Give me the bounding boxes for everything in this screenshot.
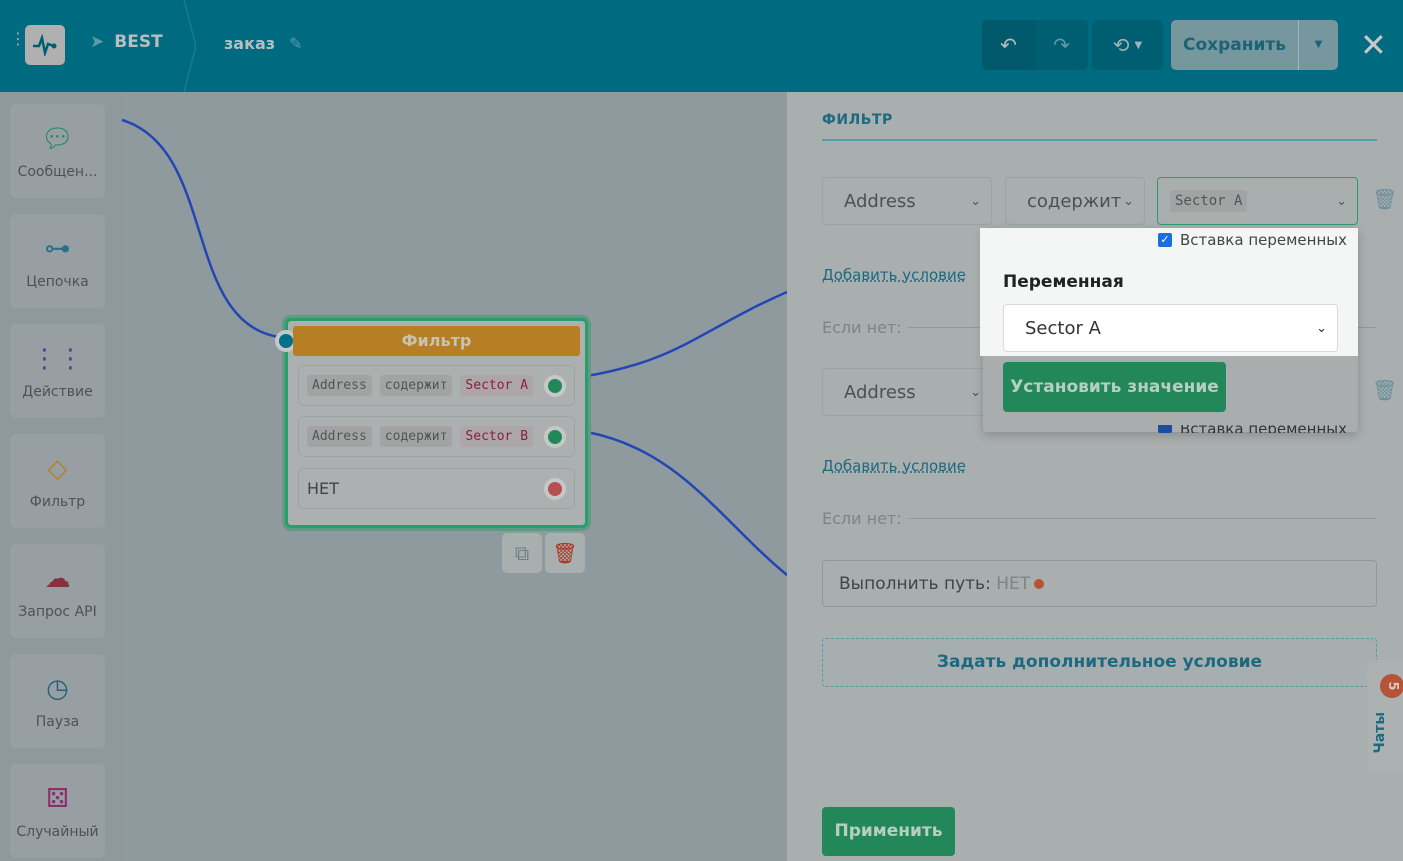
connection-line <box>586 290 788 378</box>
value-input[interactable]: Sector A ⌄ <box>1157 177 1358 225</box>
chevron-down-icon: ⌄ <box>1336 193 1347 209</box>
add-condition-link[interactable]: Добавить условие <box>822 457 966 475</box>
chats-count-badge: 5 <box>1380 674 1403 698</box>
checkbox-checked-icon[interactable]: ✓ <box>1158 233 1172 247</box>
apply-button[interactable]: Применить <box>822 807 955 856</box>
output-port[interactable] <box>544 375 566 397</box>
node-condition-row: Address содержит Sector A <box>298 365 575 406</box>
filter-node[interactable]: Фильтр Address содержит Sector A Address со… <box>275 318 588 528</box>
copy-node-icon[interactable]: ⧉ <box>502 533 542 573</box>
variable-label: Переменная <box>1003 272 1124 292</box>
panel-title: ФИЛЬТР <box>822 112 893 128</box>
node-condition-row: Address содержит Sector B <box>298 416 575 457</box>
chevron-down-icon: ⌄ <box>1316 320 1327 336</box>
trash-icon[interactable]: 🗑︎ <box>1372 187 1397 211</box>
node-title: Фильтр <box>293 326 580 356</box>
divider <box>822 139 1377 141</box>
trash-icon[interactable]: 🗑︎ <box>1372 378 1397 402</box>
else-path-field: Выполнить путь: НЕТ <box>822 560 1377 607</box>
connection-line <box>586 430 788 576</box>
delete-node-icon[interactable]: 🗑︎ <box>545 533 585 573</box>
add-extra-condition-button[interactable]: Задать дополнительное условие <box>822 638 1377 687</box>
set-value-button[interactable]: Установить значение <box>1003 362 1226 412</box>
checkbox-checked-icon[interactable] <box>1158 425 1172 433</box>
add-condition-link[interactable]: Добавить условие <box>822 266 966 284</box>
node-else-row: НЕТ <box>298 468 575 509</box>
if-not-divider: Если нет: <box>822 509 1377 528</box>
field-select[interactable]: Address ⌄ <box>822 177 992 225</box>
chevron-down-icon: ⌄ <box>970 193 981 209</box>
insert-variables-toggle[interactable]: ✓ Вставка переменных <box>1158 231 1347 249</box>
chevron-down-icon: ⌄ <box>970 384 981 400</box>
field-select[interactable]: Address ⌄ <box>822 368 992 416</box>
filter-panel: ФИЛЬТР Address ⌄ содержит ⌄ Sector A ⌄ 🗑︎ Д… <box>787 92 1403 861</box>
output-port[interactable] <box>544 478 566 500</box>
chevron-down-icon: ⌄ <box>1123 193 1134 209</box>
chats-tab[interactable]: 5 Чаты <box>1367 660 1403 772</box>
variable-select[interactable]: Sector A ⌄ <box>1003 304 1338 352</box>
insert-variables-toggle[interactable]: Вставка переменных <box>1158 425 1347 433</box>
output-port[interactable] <box>544 426 566 448</box>
operator-select[interactable]: содержит ⌄ <box>1005 177 1145 225</box>
connection-line <box>121 118 288 340</box>
status-dot <box>1034 578 1045 589</box>
